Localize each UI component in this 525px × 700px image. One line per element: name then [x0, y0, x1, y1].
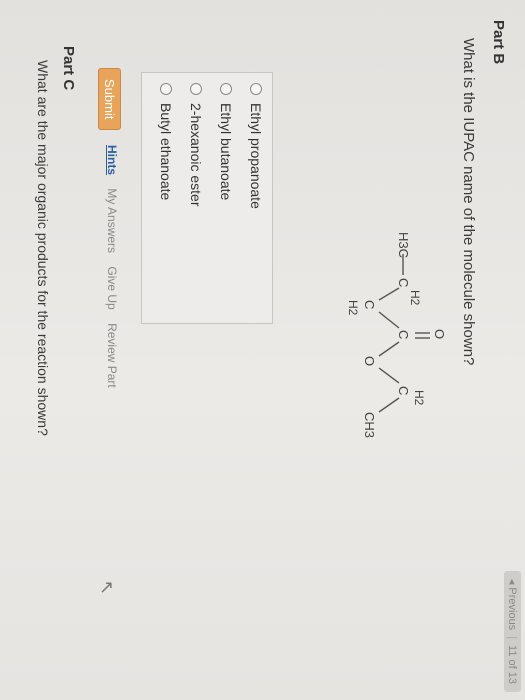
molecule-c1: C [396, 278, 411, 287]
radio-button[interactable] [220, 83, 232, 95]
molecule-ester-o: O [362, 356, 377, 366]
submit-button[interactable]: Submit [98, 68, 121, 131]
part-b-question: What is the IUPAC name of the molecule s… [460, 38, 477, 366]
part-c-question: What are the major organic products for … [35, 60, 51, 436]
pagination-nav: ◂ Previous|11 of 13 [504, 570, 521, 692]
radio-button[interactable] [250, 83, 262, 95]
option-label: Butyl ethanoate [158, 103, 174, 201]
answer-options: Ethyl propanoate Ethyl butanoate 2-hexan… [141, 72, 273, 324]
option-label: Ethyl propanoate [248, 103, 264, 209]
molecule-carbonyl-c: C [396, 330, 411, 339]
answer-action-links: Hints My Answers Give Up Review Part [105, 145, 119, 398]
my-answers-link[interactable]: My Answers [105, 188, 119, 253]
option-butyl-ethanoate[interactable]: Butyl ethanoate [158, 83, 174, 200]
molecule-carbonyl-o: O [432, 329, 447, 339]
hints-link[interactable]: Hints [105, 145, 119, 175]
molecule-h2-right: H2 [412, 390, 426, 406]
molecule-c3: C [396, 386, 411, 395]
molecule-structure: H3C H2 C C H2 C O O H2 C CH3 [346, 232, 447, 438]
option-label: 2-hexanoic ester [188, 103, 204, 207]
molecule-h2-top: H2 [408, 290, 422, 306]
radio-button[interactable] [190, 83, 202, 95]
option-ethyl-butanoate[interactable]: Ethyl butanoate [218, 83, 234, 200]
review-part-link[interactable]: Review Part [105, 323, 119, 388]
molecule-c2: C [362, 300, 377, 309]
mouse-cursor-icon: ↖ [97, 580, 117, 596]
option-2-hexanoic-ester[interactable]: 2-hexanoic ester [188, 83, 204, 207]
radio-button[interactable] [160, 83, 172, 95]
previous-link[interactable]: ◂ Previous [506, 579, 518, 630]
page-canvas: ◂ Previous|11 of 13 Part B What is the I… [0, 0, 525, 700]
give-up-link[interactable]: Give Up [105, 266, 119, 309]
part-c-title: Part C [60, 46, 77, 91]
part-b-title: Part B [490, 20, 507, 65]
molecule-h2-bottom: H2 [346, 300, 360, 316]
option-label: Ethyl butanoate [218, 103, 234, 201]
molecule-ch3: CH3 [362, 412, 377, 438]
page-count: 11 of 13 [506, 645, 518, 684]
option-ethyl-propanoate[interactable]: Ethyl propanoate [248, 83, 264, 209]
